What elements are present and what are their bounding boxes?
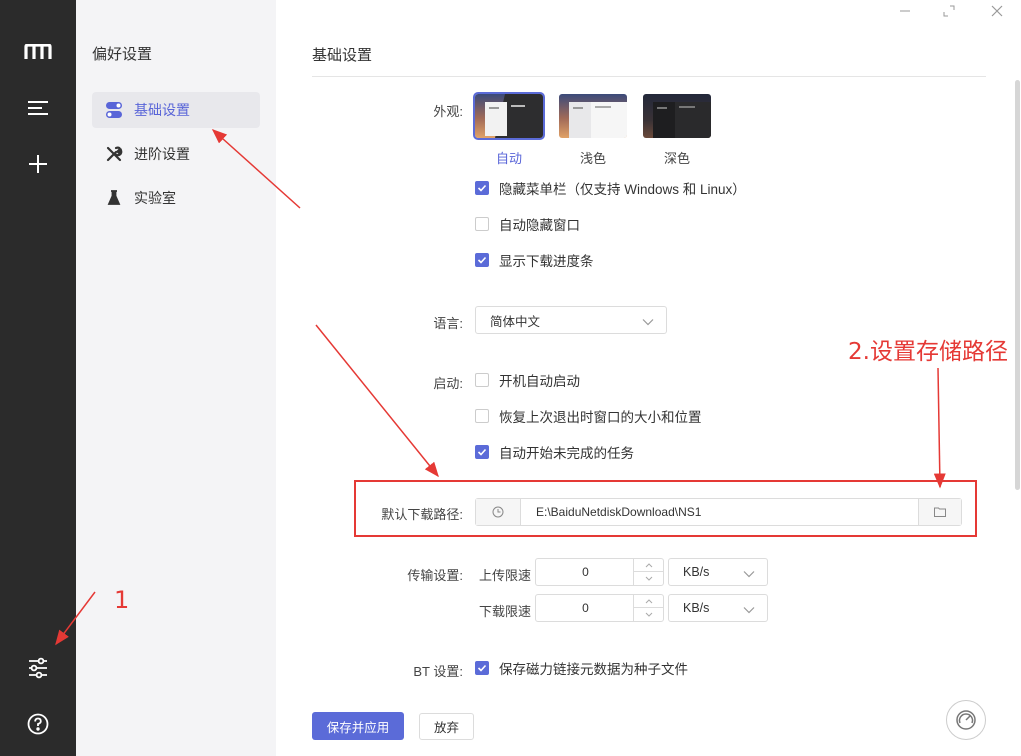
- download-unit-select[interactable]: KB/s: [668, 594, 768, 622]
- launch-at-login-checkbox[interactable]: 开机自动启动: [475, 370, 580, 390]
- auto-hide-window-checkbox[interactable]: 自动隐藏窗口: [475, 214, 580, 234]
- history-clock-icon[interactable]: [476, 499, 521, 525]
- annotation-step-2: 2.设置存储路径: [848, 339, 1008, 365]
- checkbox-checked-icon: [475, 445, 489, 459]
- tools-icon: [104, 144, 124, 164]
- download-path-value: E:\BaiduNetdiskDownload\NS1: [536, 505, 702, 519]
- show-progress-bar-checkbox[interactable]: 显示下载进度条: [475, 250, 594, 270]
- theme-auto-thumbnail[interactable]: [473, 92, 545, 140]
- theme-light-label[interactable]: 浅色: [559, 148, 627, 167]
- checkbox-checked-icon: [475, 661, 489, 675]
- checkbox-unchecked-icon: [475, 217, 489, 231]
- sidebar-item-lab[interactable]: 实验室: [92, 180, 260, 216]
- speedometer-icon[interactable]: [946, 700, 986, 740]
- app-rail: [0, 0, 76, 756]
- add-task-icon[interactable]: [18, 144, 58, 184]
- download-path-field[interactable]: E:\BaiduNetdiskDownload\NS1: [475, 498, 962, 526]
- checkbox-checked-icon: [475, 181, 489, 195]
- checkbox-label: 显示下载进度条: [499, 254, 594, 269]
- checkbox-unchecked-icon: [475, 409, 489, 423]
- chevron-down-icon: [743, 603, 755, 617]
- theme-dark-thumbnail[interactable]: [643, 94, 711, 138]
- sidebar-item-label: 实验室: [134, 190, 176, 206]
- theme-auto-label[interactable]: 自动: [475, 148, 543, 167]
- language-value: 简体中文: [490, 314, 541, 329]
- checkbox-label: 自动开始未完成的任务: [499, 446, 634, 461]
- upload-limit-input[interactable]: 0: [535, 558, 664, 586]
- download-limit-input[interactable]: 0: [535, 594, 664, 622]
- checkbox-label: 恢复上次退出时窗口的大小和位置: [499, 410, 702, 425]
- chevron-down-icon: [743, 567, 755, 581]
- upload-unit-select[interactable]: KB/s: [668, 558, 768, 586]
- download-limit-value: 0: [582, 601, 589, 615]
- upload-limit-value: 0: [582, 565, 589, 579]
- theme-light-thumbnail[interactable]: [559, 94, 627, 138]
- save-magnet-metadata-checkbox[interactable]: 保存磁力链接元数据为种子文件: [475, 658, 688, 678]
- maximize-icon[interactable]: [936, 2, 962, 20]
- sidebar-item-basic[interactable]: 基础设置: [92, 92, 260, 128]
- save-apply-button[interactable]: 保存并应用: [312, 712, 404, 740]
- sidebar-item-advanced[interactable]: 进阶设置: [92, 136, 260, 172]
- hide-menubar-checkbox[interactable]: 隐藏菜单栏（仅支持 Windows 和 Linux）: [475, 178, 746, 198]
- restore-window-checkbox[interactable]: 恢复上次退出时窗口的大小和位置: [475, 406, 702, 426]
- stepper-down-icon[interactable]: [634, 572, 663, 585]
- preferences-sidebar: 偏好设置 基础设置 进阶设置 实验室: [76, 0, 276, 756]
- help-icon[interactable]: [18, 704, 58, 744]
- stepper-down-icon[interactable]: [634, 608, 663, 621]
- preferences-sliders-icon[interactable]: [18, 648, 58, 688]
- upload-limit-stepper[interactable]: [633, 559, 663, 585]
- chevron-down-icon: [642, 315, 654, 329]
- checkbox-checked-icon: [475, 253, 489, 267]
- minimize-icon[interactable]: [892, 2, 918, 20]
- page-title: 基础设置: [312, 47, 373, 64]
- upload-unit-value: KB/s: [683, 565, 710, 579]
- discard-button[interactable]: 放弃: [419, 713, 474, 740]
- folder-icon[interactable]: [918, 499, 961, 525]
- resume-tasks-checkbox[interactable]: 自动开始未完成的任务: [475, 442, 634, 462]
- sidebar-item-label: 进阶设置: [134, 146, 190, 162]
- stepper-up-icon[interactable]: [634, 559, 663, 572]
- language-label: 语言:: [433, 316, 463, 331]
- close-icon[interactable]: [984, 2, 1010, 20]
- download-limit-label: 下载限速: [478, 604, 531, 619]
- menu-icon[interactable]: [18, 88, 58, 128]
- appearance-label: 外观:: [433, 104, 463, 119]
- download-unit-value: KB/s: [683, 601, 710, 615]
- scrollbar[interactable]: [1015, 80, 1020, 490]
- title-divider: [312, 76, 986, 77]
- startup-label: 启动:: [433, 376, 463, 391]
- checkbox-label: 开机自动启动: [499, 374, 580, 389]
- download-limit-stepper[interactable]: [633, 595, 663, 621]
- bt-label: BT 设置:: [413, 664, 463, 679]
- flask-icon: [104, 188, 124, 208]
- checkbox-unchecked-icon: [475, 373, 489, 387]
- sidebar-title: 偏好设置: [92, 46, 153, 63]
- toggle-icon: [104, 100, 124, 120]
- upload-limit-label: 上传限速: [478, 568, 531, 583]
- sidebar-item-label: 基础设置: [134, 102, 190, 118]
- checkbox-label: 自动隐藏窗口: [499, 218, 580, 233]
- stepper-up-icon[interactable]: [634, 595, 663, 608]
- checkbox-label: 保存磁力链接元数据为种子文件: [499, 662, 688, 677]
- transfer-label: 传输设置:: [407, 568, 463, 583]
- annotation-step-1: 1: [114, 586, 130, 614]
- checkbox-label: 隐藏菜单栏（仅支持 Windows 和 Linux）: [499, 182, 746, 197]
- app-logo-icon[interactable]: [18, 32, 58, 72]
- theme-dark-label[interactable]: 深色: [643, 148, 711, 167]
- download-path-label: 默认下载路径:: [381, 507, 463, 522]
- language-select[interactable]: 简体中文: [475, 306, 667, 334]
- settings-panel: 基础设置 外观: 自动 浅色 深色 隐藏菜单栏（仅支持 Windows 和 Li…: [276, 0, 1021, 756]
